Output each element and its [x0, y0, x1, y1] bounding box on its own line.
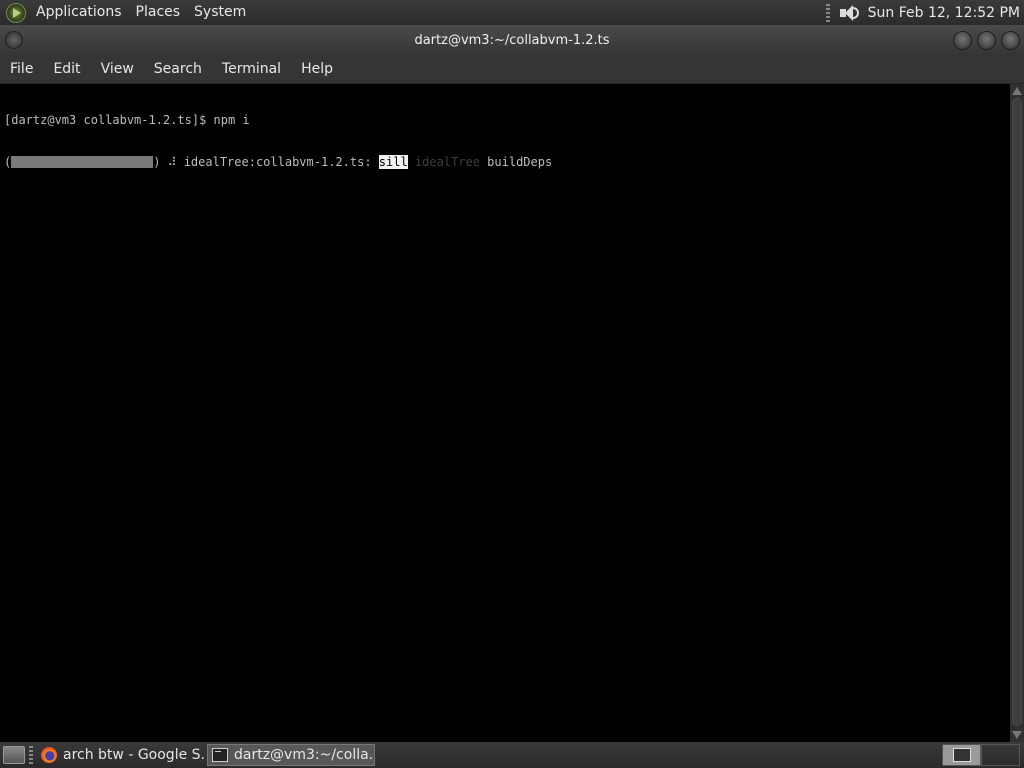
- taskbar-item-label: arch btw - Google S...: [63, 747, 205, 763]
- top-panel: Applications Places System Sun Feb 12, 1…: [0, 0, 1024, 25]
- taskbar-item-label: dartz@vm3:~/colla...: [234, 747, 375, 763]
- window-menu-button[interactable]: [5, 31, 23, 49]
- close-button[interactable]: [1001, 31, 1020, 50]
- dim-text: idealTree: [407, 155, 488, 169]
- places-menu[interactable]: Places: [129, 0, 188, 25]
- top-panel-tray: Sun Feb 12, 12:52 PM: [825, 0, 1024, 25]
- menu-file[interactable]: File: [0, 55, 43, 84]
- workspace-2[interactable]: [981, 744, 1020, 766]
- menu-terminal[interactable]: Terminal: [212, 55, 291, 84]
- distro-logo-icon[interactable]: [6, 2, 26, 23]
- progress-close: ): [153, 155, 168, 169]
- menu-edit[interactable]: Edit: [43, 55, 90, 84]
- maximize-button[interactable]: [977, 31, 996, 50]
- window-titlebar[interactable]: dartz@vm3:~/collabvm-1.2.ts: [0, 25, 1024, 55]
- scroll-down-icon[interactable]: [1012, 731, 1022, 739]
- clock[interactable]: Sun Feb 12, 12:52 PM: [868, 5, 1024, 21]
- top-menu: Applications Places System: [0, 0, 253, 25]
- volume-icon[interactable]: [838, 4, 860, 22]
- minimize-button[interactable]: [953, 31, 972, 50]
- terminal-output[interactable]: [dartz@vm3 collabvm-1.2.ts]$ npm i () ⠼ …: [0, 84, 1010, 742]
- window-thumbnail-icon: [952, 748, 971, 762]
- scroll-up-icon[interactable]: [1012, 87, 1022, 95]
- terminal-menubar: File Edit View Search Terminal Help: [0, 55, 1024, 84]
- menu-help[interactable]: Help: [291, 55, 343, 84]
- log-level: sill: [378, 155, 408, 169]
- task-detail: buildDeps: [487, 155, 553, 169]
- workspace-switcher[interactable]: [942, 744, 1020, 766]
- taskbar-item-browser[interactable]: arch btw - Google S...: [37, 744, 205, 766]
- terminal-command-line: [dartz@vm3 collabvm-1.2.ts]$ npm i: [4, 113, 250, 127]
- bottom-panel: arch btw - Google S... dartz@vm3:~/colla…: [0, 742, 1024, 768]
- progress-bar: [11, 156, 154, 168]
- task-text: idealTree:collabvm-1.2.ts:: [176, 155, 379, 169]
- menu-search[interactable]: Search: [144, 55, 212, 84]
- workspace-1[interactable]: [942, 744, 981, 766]
- npm-progress-line: () ⠼ idealTree:collabvm-1.2.ts: sill ide…: [4, 155, 1006, 169]
- window-controls: [953, 31, 1020, 50]
- panel-grip-icon[interactable]: [825, 3, 830, 22]
- applications-menu[interactable]: Applications: [29, 0, 129, 25]
- progress-open: (: [4, 155, 12, 169]
- terminal-scrollbar[interactable]: [1010, 84, 1024, 742]
- menu-view[interactable]: View: [91, 55, 144, 84]
- window-title: dartz@vm3:~/collabvm-1.2.ts: [414, 32, 610, 48]
- taskbar-grip-icon[interactable]: [29, 746, 33, 764]
- scrollbar-thumb[interactable]: [1012, 98, 1022, 726]
- show-desktop-icon[interactable]: [3, 746, 25, 764]
- firefox-icon: [41, 747, 57, 763]
- system-menu[interactable]: System: [187, 0, 253, 25]
- terminal-icon: [212, 748, 228, 762]
- taskbar-item-terminal[interactable]: dartz@vm3:~/colla...: [207, 744, 375, 766]
